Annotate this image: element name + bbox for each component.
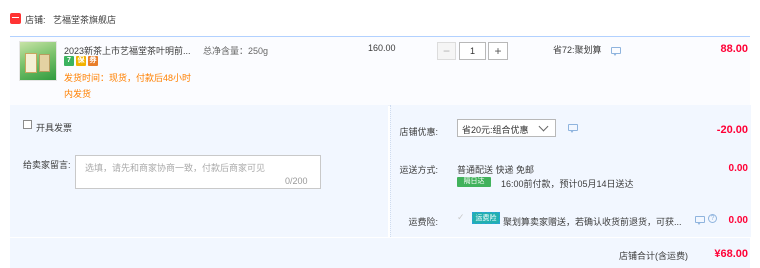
insurance-check-icon: ✓: [457, 212, 465, 222]
invoice-label[interactable]: 开具发票: [36, 121, 72, 134]
guarantee-badge[interactable]: 保: [76, 56, 86, 66]
chat-icon[interactable]: [611, 47, 621, 56]
shop-total-amount: ¥68.00: [714, 248, 748, 260]
product-spec: 总净含量：250g: [203, 46, 269, 56]
shop-coupon-amount: -20.00: [716, 124, 748, 136]
seller-message-placeholder: 选填，请先和商家协商一致，付款后商家可见: [85, 163, 266, 173]
quantity-increment-button[interactable]: +: [488, 42, 508, 60]
unit-price: 160.00: [368, 43, 396, 53]
shipping-amount: 0.00: [728, 163, 748, 174]
product-thumbnail-tea-box-2: [39, 54, 50, 72]
coupon-badge[interactable]: 券: [88, 56, 98, 66]
shipping-insurance-badge: 运费险: [472, 212, 500, 224]
seller-message-label: 给卖家留言:: [23, 160, 71, 170]
shop-coupon-label: 店铺优惠:: [399, 127, 438, 137]
shipping-method-value: 普通配送 快递 免邮: [457, 165, 535, 175]
next-day-delivery-badge: 隔日达: [457, 177, 491, 187]
shop-label: 店铺:: [25, 15, 46, 25]
shipping-time-note: 发货时间：现货，付款后48小时: [64, 73, 192, 83]
coupon-chat-icon[interactable]: [568, 124, 578, 133]
service-badges: 7 保 券: [64, 56, 98, 66]
saving-note: 省72:聚划算: [553, 45, 602, 55]
shop-name-link[interactable]: 艺福堂茶旗舰店: [53, 13, 116, 26]
shipping-insurance-amount: 0.00: [728, 215, 748, 226]
shipping-time-note-cont: 内发货: [64, 89, 92, 99]
shop-coupon-selected-value: 省20元:组合优惠: [462, 125, 529, 135]
shop-total-label: 店铺合计(含运费): [619, 251, 688, 261]
seven-day-return-badge[interactable]: 7: [64, 56, 74, 66]
product-thumbnail-tea-box: [25, 53, 37, 73]
shipping-insurance-desc: 聚划算卖家赠送，若确认收货前退货，可获...: [503, 217, 682, 227]
shipping-insurance-label: 运费险:: [408, 217, 438, 227]
quantity-decrement-button[interactable]: −: [437, 42, 456, 60]
delivery-promise: 16:00前付款，预计05月14日送达: [501, 179, 634, 189]
quantity-input[interactable]: 1: [459, 42, 486, 60]
shop-icon: [10, 13, 21, 24]
shipping-method-label: 运送方式:: [399, 165, 438, 175]
item-total-price: 88.00: [720, 43, 748, 55]
seller-message-counter: 0/200: [285, 176, 308, 186]
invoice-checkbox[interactable]: [23, 120, 32, 129]
